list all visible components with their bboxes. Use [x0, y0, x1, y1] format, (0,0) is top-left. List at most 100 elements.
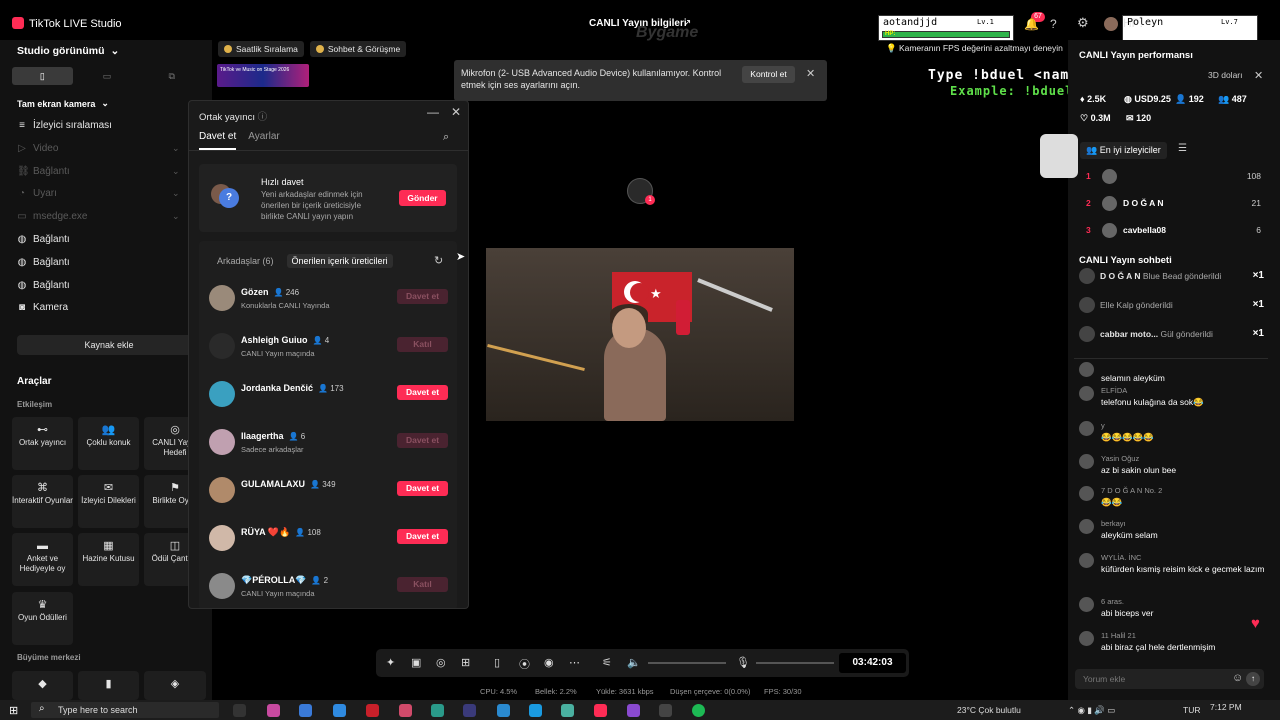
tab-suggested[interactable]: Önerilen içerik üreticileri	[286, 254, 393, 268]
edge-icon[interactable]	[333, 704, 346, 717]
share-icon[interactable]: ↗	[683, 18, 691, 29]
dual-view-tab[interactable]: ⧉	[141, 67, 202, 85]
ranking-row[interactable]: 3 cavbella08 6	[1086, 223, 1261, 239]
ranking-row[interactable]: 1 108	[1086, 169, 1261, 185]
source-item[interactable]: ◔ Uyarı	[17, 188, 57, 199]
language-indicator[interactable]: TUR	[1183, 705, 1200, 715]
add-source-button[interactable]: Kaynak ekle	[17, 335, 201, 355]
list-icon[interactable]: ☰	[1178, 143, 1187, 154]
check-button[interactable]: Kontrol et	[742, 66, 795, 83]
refresh-icon[interactable]: ↻	[434, 254, 443, 267]
growth-tile-2[interactable]: ▮	[78, 671, 139, 700]
help-icon[interactable]: ?	[1050, 17, 1057, 31]
source-item[interactable]: ◍ Bağlantı	[17, 280, 70, 291]
minimize-icon[interactable]: —	[427, 105, 439, 119]
invite-button[interactable]: Davet et	[397, 433, 448, 448]
invite-button[interactable]: Davet et	[397, 289, 448, 304]
add-media-icon[interactable]: ⊞	[461, 656, 470, 669]
top-viewers-tab[interactable]: 👥 En iyi izleyiciler	[1080, 142, 1167, 159]
invite-button[interactable]: Davet et	[397, 529, 448, 544]
bell-icon[interactable]: 🔔	[1024, 17, 1039, 31]
microphone-icon[interactable]: 🎙	[736, 656, 750, 669]
app-icon[interactable]	[366, 704, 379, 717]
portrait-view-tab[interactable]: ▯	[12, 67, 73, 85]
chat-call-chip[interactable]: Sohbet & Görüşme	[309, 41, 407, 57]
windows-start-icon[interactable]: ⊞	[9, 704, 18, 717]
send-icon[interactable]: ↑	[1246, 672, 1260, 686]
invite-button[interactable]: Davet et	[397, 481, 448, 496]
close-icon[interactable]: ✕	[451, 105, 461, 119]
app-icon[interactable]	[463, 704, 476, 717]
close-icon[interactable]: ✕	[1254, 69, 1263, 82]
app-icon[interactable]	[431, 704, 444, 717]
tool-tile[interactable]: 👥 Çoklu konuk	[78, 417, 139, 470]
screen-share-icon[interactable]: ▣	[411, 656, 421, 669]
search-icon[interactable]: ⌕	[443, 131, 449, 144]
browser-icon[interactable]	[497, 704, 510, 717]
avatar[interactable]	[1104, 17, 1118, 31]
source-item[interactable]: ◙ Kamera	[17, 302, 68, 313]
source-item[interactable]: ◍ Bağlantı	[17, 234, 70, 245]
source-item[interactable]: ▷ Video	[17, 143, 58, 154]
source-item[interactable]: ◍ Bağlantı	[17, 257, 70, 268]
tool-tile[interactable]: ▬ Anket ve Hediyeyle oy	[12, 533, 73, 586]
more-icon[interactable]: ⋯	[569, 656, 580, 669]
tool-tile[interactable]: ⊷ Ortak yayıncı	[12, 417, 73, 470]
app-icon[interactable]	[399, 704, 412, 717]
comment-input[interactable]: Yorum ekle ☺ ↑	[1075, 669, 1264, 689]
edge-icon[interactable]	[529, 704, 542, 717]
tool-tile[interactable]: ✉ İzleyici Dilekleri	[78, 475, 139, 528]
invite-button[interactable]: Katıl	[397, 337, 448, 352]
volume-icon[interactable]: 🔈	[627, 656, 641, 669]
taskbar-search[interactable]: ⌕ Type here to search	[31, 702, 219, 718]
record-icon[interactable]: ⦿	[519, 656, 530, 672]
info-icon[interactable]: ⓘ	[258, 112, 268, 123]
studio-view-dropdown[interactable]: Studio görünümü ⌄	[17, 45, 119, 57]
emoji-icon[interactable]: ☺	[1232, 672, 1243, 684]
tab-friends[interactable]: Arkadaşlar (6)	[212, 254, 279, 268]
chevron-down-icon[interactable]: ⌄	[172, 188, 180, 199]
hourly-ranking-chip[interactable]: Saatlik Sıralama	[218, 41, 304, 57]
tool-tile[interactable]: ♛ Oyun Ödülleri	[12, 592, 73, 645]
mic-slider[interactable]	[756, 662, 834, 664]
send-button[interactable]: Gönder	[399, 190, 446, 206]
sliders-icon[interactable]: ⚟	[602, 656, 612, 669]
creator-name: Jordanka Denčić 👤 173	[241, 383, 344, 393]
task-view-icon[interactable]	[233, 704, 246, 717]
scene-dropdown[interactable]: Tam ekran kamera ⌄	[17, 98, 109, 109]
phone-icon[interactable]: ▯	[494, 656, 500, 669]
app-icon[interactable]	[627, 704, 640, 717]
source-item[interactable]: ⛓ Bağlantı	[17, 166, 70, 177]
gear-icon[interactable]: ⚙	[1077, 15, 1089, 31]
magic-wand-icon[interactable]: ✦	[386, 656, 395, 669]
capture-icon[interactable]: ◉	[544, 656, 554, 669]
copilot-icon[interactable]	[267, 704, 280, 717]
tool-tile[interactable]: ⌘ İnteraktif Oyunlar	[12, 475, 73, 528]
source-item[interactable]: ▭ msedge.exe	[17, 211, 87, 222]
tab-invite[interactable]: Davet et	[199, 131, 237, 150]
invite-button[interactable]: Davet et	[397, 385, 448, 400]
effects-icon[interactable]: ◎	[436, 656, 446, 669]
clock[interactable]: 7:12 PM	[1210, 702, 1242, 712]
tool-tile[interactable]: ▦ Hazine Kutusu	[78, 533, 139, 586]
app-icon[interactable]	[561, 704, 574, 717]
source-item[interactable]: ≡ İzleyici sıralaması	[17, 120, 112, 131]
tray-icons[interactable]: ⌃ ◉ ▮ 🔊 ▭	[1068, 705, 1115, 716]
store-icon[interactable]	[299, 704, 312, 717]
invite-button[interactable]: Katıl	[397, 577, 448, 592]
growth-tile-3[interactable]: ◈	[144, 671, 206, 700]
ranking-row[interactable]: 2 D O Ğ A N 21	[1086, 196, 1261, 212]
chevron-down-icon[interactable]: ⌄	[172, 166, 180, 177]
weather-widget[interactable]: 23°C Çok bulutlu	[957, 705, 1021, 715]
tiktok-icon[interactable]	[594, 704, 607, 717]
volume-slider[interactable]	[648, 662, 726, 664]
app-icon[interactable]	[659, 704, 672, 717]
spotify-icon[interactable]	[692, 704, 705, 717]
chevron-down-icon[interactable]: ⌄	[172, 211, 180, 222]
chevron-down-icon[interactable]: ⌄	[172, 143, 180, 154]
growth-tile-1[interactable]: ◆	[12, 671, 73, 700]
event-banner[interactable]: TikTok ve Music on Stage 2026	[217, 64, 309, 87]
landscape-view-tab[interactable]: ▭	[77, 67, 138, 85]
close-icon[interactable]: ✕	[806, 67, 815, 80]
tab-settings[interactable]: Ayarlar	[248, 131, 280, 150]
